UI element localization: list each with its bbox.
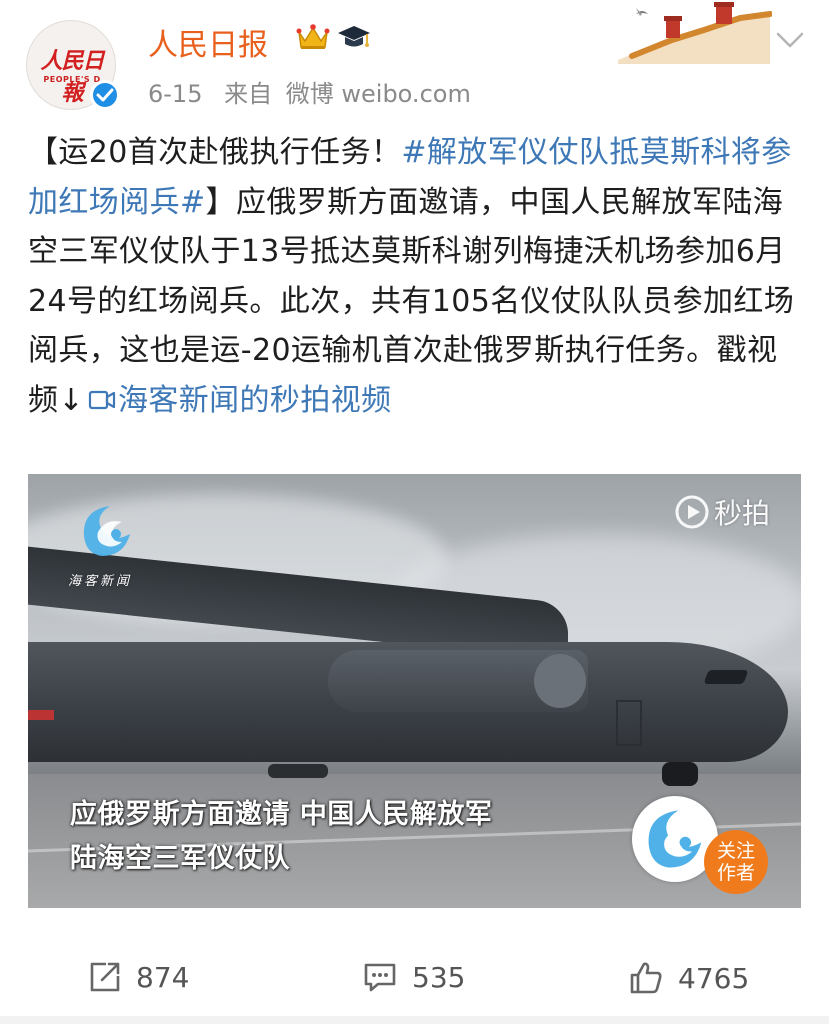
video-link[interactable]: 海客新闻的秒拍视频 xyxy=(84,383,392,418)
miaopai-watermark: 秒拍 xyxy=(674,492,770,532)
graduation-cap-icon[interactable] xyxy=(336,22,372,52)
post-source: 微博 weibo.com xyxy=(285,80,471,108)
like-button[interactable]: 4765 xyxy=(628,960,749,996)
post-title-text: 【运20首次赴俄执行任务！ xyxy=(28,135,402,170)
video-frame-aircraft-stripe xyxy=(28,710,54,720)
comment-count: 535 xyxy=(412,960,466,994)
crown-icon[interactable] xyxy=(296,22,330,52)
verified-badge-icon xyxy=(90,80,120,110)
follow-label: 关注 xyxy=(716,840,755,862)
video-frame-aircraft-door xyxy=(616,700,642,746)
video-player[interactable]: 海客新闻 秒拍 应俄罗斯方面邀请 中国人民解放军 陆海空三军仪仗队 关注 作者 xyxy=(28,474,801,908)
author-label: 作者 xyxy=(716,862,755,884)
repost-count: 874 xyxy=(136,960,190,994)
haike-news-avatar-icon xyxy=(648,810,702,868)
thumbs-up-icon xyxy=(630,962,662,994)
miaopai-play-icon xyxy=(675,495,709,529)
video-frame-aircraft-cockpit xyxy=(703,670,749,684)
video-frame-aircraft-engine-intake xyxy=(534,654,586,708)
miaopai-label: 秒拍 xyxy=(714,497,771,530)
great-wall-banner-icon xyxy=(618,2,772,64)
source-prefix: 来自 xyxy=(224,80,273,108)
video-frame-aircraft-gear xyxy=(662,762,698,786)
repost-icon xyxy=(90,962,120,992)
haike-news-logo-icon xyxy=(83,506,130,556)
chevron-down-icon[interactable] xyxy=(772,28,808,52)
video-subtitle-line-1: 应俄罗斯方面邀请 中国人民解放军 xyxy=(70,799,493,830)
post-date: 6-15 xyxy=(148,80,203,108)
post-action-bar: 874 535 4765 xyxy=(0,940,829,1016)
post-body: 【运20首次赴俄执行任务！#解放军仪仗队抵莫斯科将参加红场阅兵#】应俄罗斯方面邀… xyxy=(28,128,803,425)
bottom-divider xyxy=(0,1016,829,1024)
comment-icon xyxy=(364,963,396,992)
post-meta: 6-15 来自 微博 weibo.com xyxy=(148,74,485,109)
post-header: 人民日報 PEOPLE'S D 人民日报 6-15 来自 微博 weibo.co… xyxy=(0,0,829,120)
repost-button[interactable]: 874 xyxy=(88,960,189,994)
like-count: 4765 xyxy=(678,961,750,995)
follow-author-button[interactable]: 关注 作者 xyxy=(704,830,768,894)
author-name[interactable]: 人民日报 xyxy=(148,20,268,64)
comment-button[interactable]: 535 xyxy=(362,960,465,994)
video-link-label: 海客新闻的秒拍视频 xyxy=(117,382,392,418)
video-link-icon xyxy=(88,390,116,409)
haike-news-logo-text: 海客新闻 xyxy=(68,574,133,589)
video-subtitle-line-2: 陆海空三军仪仗队 xyxy=(70,843,290,874)
video-frame-aircraft-gear-rear xyxy=(268,764,328,778)
